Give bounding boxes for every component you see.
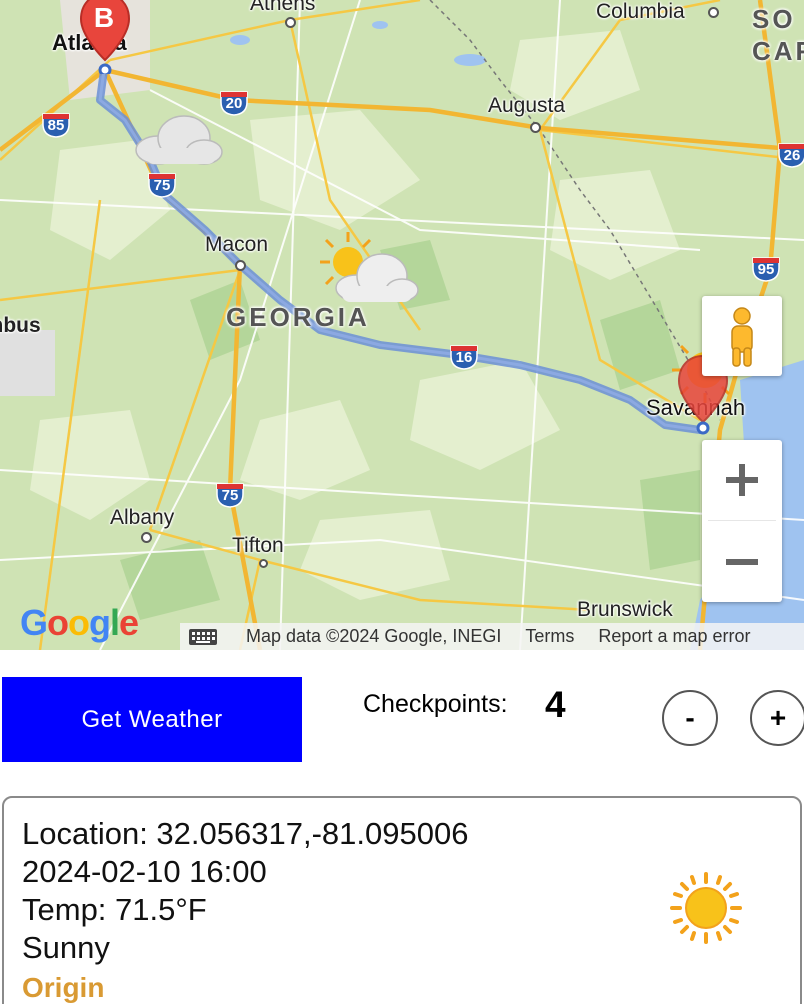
checkpoints-count: 4 <box>545 684 566 725</box>
interstate-shield: 16 <box>450 344 478 370</box>
get-weather-button[interactable]: Get Weather <box>2 677 302 762</box>
city-dot-athens <box>285 17 296 28</box>
keyboard-icon[interactable] <box>188 628 218 646</box>
condition-text: Sunny <box>22 930 110 965</box>
city-label-columbia: Columbia <box>596 0 685 23</box>
terms-link[interactable]: Terms <box>513 626 586 647</box>
minus-icon <box>726 559 758 565</box>
partly-sunny-icon <box>320 232 419 302</box>
interstate-shield: 85 <box>42 112 70 138</box>
city-label-albany: Albany <box>110 506 175 529</box>
city-label-augusta: Augusta <box>488 94 566 117</box>
google-logo: Google <box>20 602 139 643</box>
city-label-athens: Athens <box>250 0 316 15</box>
city-label-columbus: Columbus <box>0 314 41 337</box>
city-label-macon: Macon <box>205 233 269 256</box>
state-label-south-carolina: SO <box>752 4 796 34</box>
map-terrain <box>0 0 804 650</box>
night-cloudy-icon <box>131 108 223 165</box>
city-dot-albany <box>141 532 152 543</box>
increase-checkpoints-button[interactable]: + <box>750 690 804 746</box>
zoom-out-button[interactable] <box>702 522 782 602</box>
map-data-credit: Map data ©2024 Google, INEGI <box>246 626 502 646</box>
city-dot-macon <box>235 260 246 271</box>
location-text: Location: 32.056317,-81.095006 <box>22 816 469 851</box>
street-view-pegman[interactable] <box>702 296 782 376</box>
report-error-link[interactable]: Report a map error <box>586 626 762 647</box>
city-label-brunswick: Brunswick <box>577 598 673 621</box>
plus-icon <box>726 464 758 496</box>
marker-label: B <box>93 2 115 33</box>
checkpoints-label: Checkpoints: <box>363 690 508 718</box>
city-dot-augusta <box>530 122 541 133</box>
interstate-shield: 26 <box>778 142 804 168</box>
zoom-separator <box>708 520 776 521</box>
interstate-shield: 75 <box>148 172 176 198</box>
sun-icon <box>670 872 742 944</box>
zoom-in-button[interactable] <box>702 440 782 520</box>
city-dot-tifton <box>259 559 268 568</box>
interstate-shield: 75 <box>216 482 244 508</box>
city-label-tifton: Tifton <box>232 534 284 557</box>
decrease-checkpoints-button[interactable]: - <box>662 690 718 746</box>
weather-card: Location: 32.056317,-81.095006 2024-02-1… <box>2 796 802 1004</box>
zoom-control <box>702 440 782 602</box>
state-label-south-carolina: CARO <box>752 36 804 66</box>
datetime-text: 2024-02-10 16:00 <box>22 854 267 889</box>
city-dot-columbia <box>708 7 719 18</box>
pegman-icon <box>731 307 753 367</box>
temperature-text: Temp: 71.5°F <box>22 892 207 927</box>
interstate-shield: 95 <box>752 256 780 282</box>
map-view[interactable]: 85 20 75 16 95 75 26 Athens Columbia Atl… <box>0 0 804 650</box>
map-attribution: Map data ©2024 Google, INEGI Terms Repor… <box>180 623 804 650</box>
origin-tag: Origin <box>22 972 105 1003</box>
